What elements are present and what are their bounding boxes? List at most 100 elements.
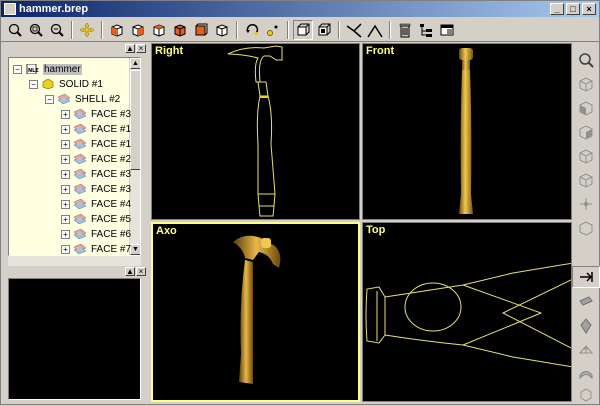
view-left-icon[interactable] <box>149 20 169 40</box>
tree-item[interactable]: + FACE #3 <box>61 167 131 181</box>
viewport-front[interactable]: Front <box>362 43 572 220</box>
face-icon <box>73 124 87 134</box>
viewport-axo[interactable]: Axo <box>151 222 360 402</box>
view-back-icon[interactable] <box>572 121 600 143</box>
model-tree[interactable]: ▲ ▼ − NLE hammer − SOLID #1− SHELL #2 + FACE #3… <box>8 57 141 256</box>
viewport-top[interactable]: Top <box>362 222 572 402</box>
tree-hscrollbar[interactable] <box>8 256 141 266</box>
box-icon[interactable] <box>293 19 313 40</box>
tree-icon[interactable] <box>416 20 436 40</box>
view-front-icon[interactable] <box>107 20 127 40</box>
panel-maximize-button[interactable]: ▲ <box>125 44 135 53</box>
view-back-icon[interactable] <box>128 20 148 40</box>
surface-icon[interactable] <box>572 363 600 385</box>
panel-close-button[interactable]: × <box>136 44 146 53</box>
snap-icon[interactable] <box>263 20 283 40</box>
expand-icon[interactable]: + <box>61 109 70 119</box>
expand-icon[interactable]: + <box>61 184 70 194</box>
expand-icon[interactable]: + <box>61 154 70 164</box>
expand-icon[interactable]: + <box>61 244 70 254</box>
toolbar-separator <box>338 20 340 39</box>
delete-icon[interactable] <box>395 20 415 40</box>
face-icon <box>73 154 87 164</box>
title-bar[interactable]: hammer.brep _ □ × <box>1 1 599 17</box>
tree-item[interactable]: − SOLID #1 <box>29 77 103 91</box>
viewport-label: Axo <box>156 225 177 237</box>
tree-item[interactable]: + FACE #4 <box>61 197 131 211</box>
section-icon[interactable] <box>572 291 600 313</box>
panel-close-button[interactable]: × <box>136 267 146 276</box>
app-window: hammer.brep _ □ × ▲ × ▲ ▼ − NLE hammer −… <box>0 0 600 405</box>
view-top-icon[interactable] <box>572 193 600 215</box>
fit-all-icon[interactable] <box>572 49 600 71</box>
pan-icon[interactable] <box>77 20 97 40</box>
toolbar-separator <box>71 20 73 39</box>
view-axo-icon[interactable] <box>572 73 600 95</box>
tree-item[interactable]: + FACE #6 <box>61 227 131 241</box>
tree-item-label: hammer <box>43 63 82 75</box>
tree-item-label: FACE #3 <box>91 168 132 180</box>
solid-icon[interactable] <box>572 384 600 406</box>
collapse-icon[interactable]: − <box>13 64 22 74</box>
output-panel: ▲ × <box>2 266 148 278</box>
close-button[interactable]: × <box>582 3 596 15</box>
face-icon <box>73 169 87 179</box>
view-right-icon[interactable] <box>170 20 190 40</box>
viewport-right[interactable]: Right <box>151 43 360 220</box>
svg-text:NLE: NLE <box>28 68 39 74</box>
wire-icon[interactable] <box>344 20 364 40</box>
tree-item-label: SOLID #1 <box>59 78 103 90</box>
tree-item[interactable]: + FACE #3 <box>61 107 131 121</box>
minimize-button[interactable]: _ <box>550 3 564 15</box>
expand-icon[interactable]: + <box>61 169 70 179</box>
tree-item-label: FACE #1 <box>91 123 132 135</box>
expand-icon[interactable]: + <box>61 124 70 134</box>
face-icon <box>73 244 87 254</box>
face-icon <box>73 214 87 224</box>
tree-item[interactable]: + FACE #7 <box>61 242 132 255</box>
zoom-window-icon[interactable] <box>26 20 46 40</box>
tree-item[interactable]: + FACE #3 <box>61 182 131 196</box>
expand-icon[interactable]: + <box>61 229 70 239</box>
viewport-label: Right <box>155 45 184 57</box>
collapse-icon[interactable]: − <box>29 79 38 89</box>
view-top-icon[interactable] <box>191 20 211 40</box>
toolbar <box>1 18 599 42</box>
shaded-icon[interactable] <box>314 20 334 40</box>
tree-item[interactable]: + FACE #2 <box>61 152 131 166</box>
face-icon <box>73 139 87 149</box>
scroll-down-arrow[interactable]: ▼ <box>130 244 140 255</box>
toolbar-separator <box>389 20 391 39</box>
tree-item[interactable]: − SHELL #2 <box>45 92 120 106</box>
panel-maximize-button[interactable]: ▲ <box>125 267 135 276</box>
expand-icon[interactable]: + <box>61 139 70 149</box>
app-icon <box>4 3 16 15</box>
tree-item-label: FACE #6 <box>91 228 132 240</box>
line-icon[interactable] <box>365 20 385 40</box>
expand-icon[interactable]: + <box>61 199 70 209</box>
zoom-out-icon[interactable] <box>47 20 67 40</box>
tree-item[interactable]: + FACE #1 <box>61 122 131 136</box>
shape-icon[interactable] <box>572 315 600 337</box>
tree-item[interactable]: + FACE #5 <box>61 212 131 226</box>
zoom-icon[interactable] <box>5 20 25 40</box>
viewport-label: Top <box>366 224 386 236</box>
view-bottom-icon[interactable] <box>572 217 600 239</box>
tree-item[interactable]: − NLE hammer <box>13 62 82 76</box>
view-left-icon[interactable] <box>572 145 600 167</box>
maximize-button[interactable]: □ <box>566 3 580 15</box>
rotate-icon[interactable] <box>242 20 262 40</box>
face-icon <box>73 229 87 239</box>
view-front-icon[interactable] <box>572 97 600 119</box>
expand-icon[interactable]: + <box>61 214 70 224</box>
view-iso-icon[interactable] <box>212 20 232 40</box>
tree-item-label: FACE #7 <box>91 243 132 255</box>
scroll-up-arrow[interactable]: ▲ <box>130 58 140 69</box>
window-icon[interactable] <box>437 20 457 40</box>
view-right-icon[interactable] <box>572 169 600 191</box>
scroll-thumb[interactable] <box>130 70 140 170</box>
mesh-icon[interactable] <box>572 339 600 361</box>
tree-item[interactable]: + FACE #1 <box>61 137 131 151</box>
collapse-icon[interactable]: − <box>45 94 54 104</box>
arrow-right-icon[interactable] <box>572 266 600 288</box>
